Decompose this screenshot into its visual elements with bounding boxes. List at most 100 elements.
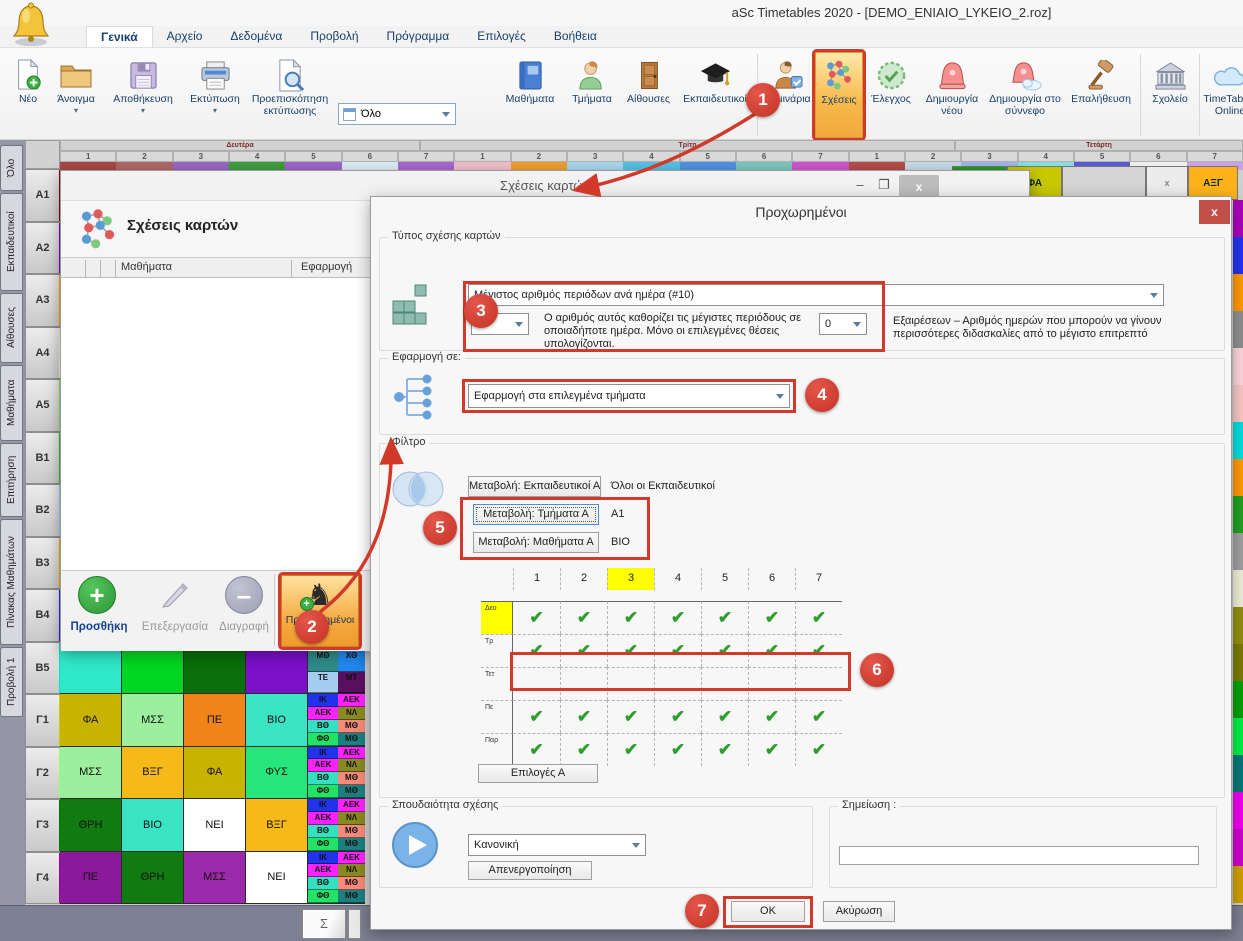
edit-button[interactable]: Επεξεργασία <box>133 621 217 633</box>
lesson-card[interactable]: ΜΣΣ <box>122 694 184 747</box>
lesson-card[interactable]: ΝΕΙ <box>184 799 246 852</box>
grid-empty-cell[interactable] <box>607 667 654 700</box>
lesson-card[interactable] <box>60 650 122 694</box>
row-header-B5[interactable]: B5 <box>25 642 60 695</box>
menu-tab-Πρόγραμμα[interactable]: Πρόγραμμα <box>373 26 464 47</box>
grid-period-header-5[interactable]: 5 <box>701 568 748 590</box>
grid-check-cell[interactable]: ✔ <box>701 634 748 667</box>
lesson-card[interactable]: ΦΘ <box>308 785 338 798</box>
apply-to-dropdown[interactable]: Εφαρμογή στα επιλεγμένα τμήματα <box>468 384 790 408</box>
grid-check-cell[interactable]: ✔ <box>560 733 607 766</box>
ribbon-button-generate-new[interactable]: Δημιουργία νέου <box>919 52 985 138</box>
grid-period-header-6[interactable]: 6 <box>748 568 795 590</box>
ribbon-button-classrooms[interactable]: Αίθουσες <box>621 52 676 138</box>
row-header-Γ2[interactable]: Γ2 <box>25 747 60 800</box>
lesson-card[interactable]: ΜΘ <box>308 650 338 672</box>
lesson-card[interactable]: ΑΕΚ <box>308 864 338 877</box>
minimize-button[interactable]: – <box>849 176 871 196</box>
lesson-card[interactable]: ΜΘ <box>338 877 365 890</box>
lesson-card[interactable] <box>184 650 246 694</box>
grid-check-cell[interactable]: ✔ <box>607 634 654 667</box>
lesson-card[interactable]: ΑΕΚ <box>338 694 365 707</box>
options-a-button[interactable]: Επιλογές Α <box>478 764 598 783</box>
lesson-card[interactable]: ΑΕΚ <box>308 812 338 825</box>
row-header-B2[interactable]: B2 <box>25 484 60 537</box>
ribbon-button-check[interactable]: Έλεγχος <box>863 52 919 138</box>
grid-check-cell[interactable]: ✔ <box>701 700 748 733</box>
lesson-card[interactable]: ΜΘ <box>338 720 365 733</box>
lesson-card[interactable] <box>122 650 184 694</box>
lesson-card[interactable]: ΧΘ <box>338 650 365 672</box>
grid-check-cell[interactable]: ✔ <box>654 601 701 634</box>
lesson-card[interactable]: ΘΡΗ <box>60 799 122 852</box>
maximize-button[interactable]: ❐ <box>873 176 895 196</box>
row-header-Γ3[interactable]: Γ3 <box>25 799 60 852</box>
grid-period-header-1[interactable]: 1 <box>513 568 560 590</box>
lesson-card[interactable]: ΜΤ <box>338 672 365 694</box>
lesson-card[interactable]: ΝΕΙ <box>246 852 308 905</box>
filter-change-button-2[interactable]: Μεταβολή: Μαθήματα Α <box>473 532 599 553</box>
cancel-button[interactable]: Ακύρωση <box>823 901 895 922</box>
grid-check-cell[interactable]: ✔ <box>560 601 607 634</box>
lesson-card[interactable]: ΒΞΓ <box>122 747 184 800</box>
grid-empty-cell[interactable] <box>513 667 560 700</box>
ribbon-button-generate-cloud[interactable]: Δημιουργία στο σύννεφο <box>985 52 1065 138</box>
lesson-card[interactable]: ΜΘ <box>338 733 365 746</box>
lesson-card[interactable]: ΒΘ <box>308 720 338 733</box>
sidebar-tab-Πίνακας Μαθημάτων[interactable]: Πίνακας Μαθημάτων <box>0 519 23 645</box>
lesson-card[interactable]: ΤΕ <box>308 672 338 694</box>
disable-button[interactable]: Απενεργοποίηση <box>468 861 592 880</box>
lesson-card[interactable]: ΙΚ <box>308 852 338 865</box>
grid-empty-cell[interactable] <box>560 667 607 700</box>
lesson-card[interactable]: ΙΚ <box>308 694 338 707</box>
grid-check-cell[interactable]: ✔ <box>607 733 654 766</box>
lesson-card[interactable]: ΑΞΓ <box>1188 166 1238 200</box>
lesson-card[interactable]: ΑΕΚ <box>338 747 365 760</box>
ribbon-button-verification[interactable]: Επαλήθευση <box>1065 52 1137 138</box>
ribbon-button-school[interactable]: Σχολείο <box>1144 52 1196 138</box>
grid-period-header-4[interactable]: 4 <box>654 568 701 590</box>
grid-empty-cell[interactable] <box>654 667 701 700</box>
sidebar-tab-Αίθουσες[interactable]: Αίθουσες <box>0 293 23 363</box>
ribbon-button-save[interactable]: Αποθήκευση▾ <box>104 52 182 138</box>
grid-check-cell[interactable]: ✔ <box>560 700 607 733</box>
lesson-card[interactable]: ΠΕ <box>184 694 246 747</box>
lesson-card[interactable]: ΑΕΚ <box>338 799 365 812</box>
sidebar-tab-Προβολή 1[interactable]: Προβολή 1 <box>0 647 23 717</box>
grid-check-cell[interactable]: ✔ <box>748 700 795 733</box>
ribbon-button-print-preview[interactable]: Προεπισκόπηση εκτύπωσης <box>248 52 332 138</box>
lesson-card[interactable]: ΦΘ <box>308 890 338 903</box>
sidebar-tab-Εκπαιδευτικοί[interactable]: Εκπαιδευτικοί <box>0 193 23 291</box>
lesson-card[interactable]: ΜΘ <box>338 838 365 851</box>
row-header-A2[interactable]: A2 <box>25 222 60 275</box>
lesson-card[interactable]: ΦΥΣ <box>246 747 308 800</box>
grid-check-cell[interactable]: ✔ <box>607 700 654 733</box>
exceptions-dropdown[interactable]: 0 <box>819 313 867 335</box>
lesson-card[interactable] <box>246 650 308 694</box>
sum-button[interactable]: Σ <box>302 909 346 939</box>
lesson-card[interactable]: ΒΘ <box>308 877 338 890</box>
lesson-card[interactable]: ΜΘ <box>338 890 365 903</box>
grid-check-cell[interactable]: ✔ <box>748 601 795 634</box>
grid-empty-cell[interactable] <box>748 667 795 700</box>
close-button[interactable]: x <box>1199 200 1230 224</box>
ribbon-button-teachers[interactable]: Εκπαιδευτικοί <box>676 52 754 138</box>
lesson-card[interactable]: ΒΘ <box>308 825 338 838</box>
row-header-A3[interactable]: A3 <box>25 274 60 327</box>
grid-period-header-7[interactable]: 7 <box>795 568 842 590</box>
grid-period-header-3[interactable]: 3 <box>607 568 654 590</box>
asc-bell-logo-icon[interactable] <box>10 2 52 48</box>
filter-change-button-0[interactable]: Μεταβολή: Εκπαιδευτικοί Α <box>468 476 601 497</box>
menu-tab-Αρχείο[interactable]: Αρχείο <box>153 26 217 47</box>
column-header-subjects[interactable]: Μαθήματα <box>121 261 172 273</box>
ribbon-button-new[interactable]: Νέο <box>8 52 48 138</box>
grid-check-cell[interactable]: ✔ <box>795 700 842 733</box>
grid-check-cell[interactable]: ✔ <box>701 601 748 634</box>
lesson-card[interactable]: ΙΚ <box>308 799 338 812</box>
grid-check-cell[interactable]: ✔ <box>513 634 560 667</box>
menu-tab-Επιλογές[interactable]: Επιλογές <box>463 26 540 47</box>
ribbon-button-timetables-online[interactable]: TimeTables Online <box>1203 52 1243 138</box>
grid-check-cell[interactable]: ✔ <box>513 601 560 634</box>
lesson-card[interactable]: ΜΘ <box>338 825 365 838</box>
grid-check-cell[interactable]: ✔ <box>795 601 842 634</box>
